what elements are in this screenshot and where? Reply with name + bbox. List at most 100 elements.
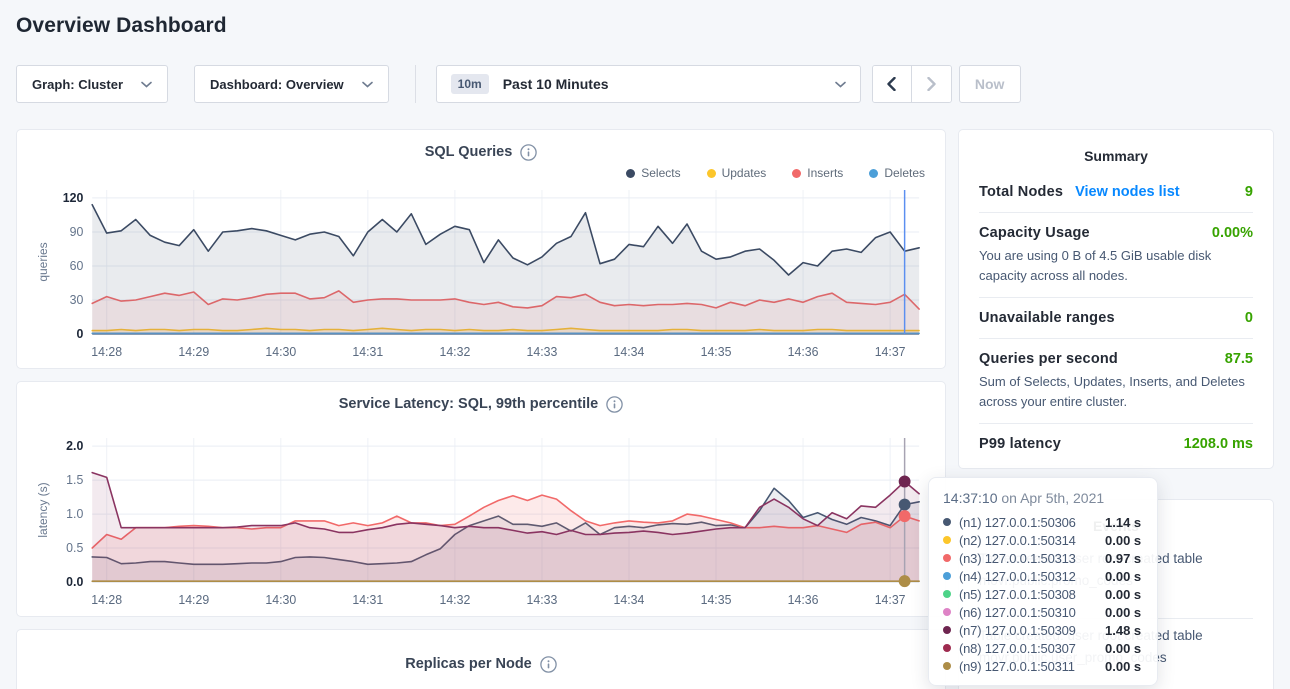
info-icon[interactable] bbox=[606, 396, 623, 413]
svg-text:14:34: 14:34 bbox=[614, 593, 645, 607]
svg-text:14:30: 14:30 bbox=[265, 345, 296, 359]
summary-row: Total Nodes View nodes list 9 bbox=[979, 172, 1253, 213]
info-icon[interactable] bbox=[520, 144, 537, 161]
legend-item-updates: Updates bbox=[707, 166, 767, 180]
summary-row: Capacity Usage0.00%You are using 0 B of … bbox=[979, 213, 1253, 298]
tooltip-node-row: (n7) 127.0.0.1:503091.48 s bbox=[943, 621, 1143, 639]
tooltip-node-value: 0.00 s bbox=[1105, 641, 1141, 656]
svg-text:14:31: 14:31 bbox=[352, 593, 383, 607]
legend-label: Deletes bbox=[884, 166, 925, 180]
service-latency-card: Service Latency: SQL, 99th percentile 0.… bbox=[16, 381, 946, 617]
series-color-dot bbox=[943, 590, 951, 598]
summary-metric-value: 0.00% bbox=[1212, 225, 1253, 241]
tooltip-node-value: 1.48 s bbox=[1105, 623, 1141, 638]
sql-queries-chart[interactable]: 030609012014:2814:2914:3014:3114:3214:33… bbox=[33, 182, 929, 362]
summary-row-line: Capacity Usage0.00% bbox=[979, 225, 1253, 241]
time-next-button[interactable] bbox=[912, 66, 951, 102]
tooltip-node-label: (n7) 127.0.0.1:50309 bbox=[959, 623, 1105, 638]
time-range-label: Past 10 Minutes bbox=[503, 76, 609, 92]
tooltip-node-value: 0.00 s bbox=[1105, 587, 1141, 602]
sql-queries-card: SQL Queries Selects Updates Inserts Deletes… bbox=[16, 129, 946, 369]
tooltip-node-label: (n2) 127.0.0.1:50314 bbox=[959, 533, 1105, 548]
time-range-badge: 10m bbox=[451, 74, 489, 94]
chart-title: Replicas per Node bbox=[405, 656, 532, 672]
summary-panel: Summary Total Nodes View nodes list 9 Capac… bbox=[958, 129, 1274, 469]
tooltip-node-label: (n8) 127.0.0.1:50307 bbox=[959, 641, 1105, 656]
chart-title: Service Latency: SQL, 99th percentile bbox=[339, 396, 599, 412]
tooltip-node-value: 0.00 s bbox=[1105, 569, 1141, 584]
dashboard-dropdown[interactable]: Dashboard: Overview bbox=[194, 65, 389, 103]
view-nodes-list-link[interactable]: View nodes list bbox=[1075, 184, 1180, 200]
tooltip-node-row: (n9) 127.0.0.1:503110.00 s bbox=[943, 657, 1143, 675]
svg-text:30: 30 bbox=[70, 293, 84, 307]
legend-label: Selects bbox=[641, 166, 680, 180]
tooltip-node-label: (n4) 127.0.0.1:50312 bbox=[959, 569, 1105, 584]
service-latency-header: Service Latency: SQL, 99th percentile bbox=[33, 392, 929, 416]
svg-text:14:37: 14:37 bbox=[875, 593, 906, 607]
summary-metric-value: 9 bbox=[1245, 184, 1253, 200]
svg-text:14:35: 14:35 bbox=[701, 345, 732, 359]
svg-text:0.5: 0.5 bbox=[66, 541, 83, 555]
graph-dropdown-label: Graph: Cluster bbox=[32, 77, 123, 92]
time-prev-button[interactable] bbox=[873, 66, 912, 102]
svg-text:14:34: 14:34 bbox=[614, 345, 645, 359]
svg-text:90: 90 bbox=[70, 225, 84, 239]
tooltip-node-label: (n5) 127.0.0.1:50308 bbox=[959, 587, 1105, 602]
series-color-dot bbox=[943, 518, 951, 526]
svg-text:14:36: 14:36 bbox=[788, 593, 819, 607]
tooltip-node-row: (n8) 127.0.0.1:503070.00 s bbox=[943, 639, 1143, 657]
series-color-dot bbox=[943, 554, 951, 562]
summary-row-line: Queries per second87.5 bbox=[979, 351, 1253, 367]
summary-row-line: Unavailable ranges0 bbox=[979, 310, 1253, 326]
legend-item-deletes: Deletes bbox=[869, 166, 925, 180]
svg-text:14:32: 14:32 bbox=[439, 345, 470, 359]
svg-text:14:36: 14:36 bbox=[788, 345, 819, 359]
series-color-dot bbox=[943, 572, 951, 580]
svg-text:60: 60 bbox=[70, 259, 84, 273]
legend-label: Inserts bbox=[807, 166, 843, 180]
info-icon[interactable] bbox=[540, 656, 557, 673]
legend-dot bbox=[792, 169, 801, 178]
series-color-dot bbox=[943, 536, 951, 544]
summary-metric-description: Sum of Selects, Updates, Inserts, and De… bbox=[979, 372, 1253, 411]
summary-row: P99 latency1208.0 ms bbox=[979, 424, 1253, 464]
chevron-down-icon bbox=[141, 81, 152, 88]
svg-text:14:32: 14:32 bbox=[439, 593, 470, 607]
service-latency-chart[interactable]: 0.00.51.01.52.014:2814:2914:3014:3114:32… bbox=[33, 430, 929, 610]
sql-queries-legend: Selects Updates Inserts Deletes bbox=[33, 164, 929, 182]
series-color-dot bbox=[943, 644, 951, 652]
time-range-picker[interactable]: 10m Past 10 Minutes bbox=[436, 65, 861, 103]
chart-title: SQL Queries bbox=[425, 144, 513, 160]
summary-metric-label: Total Nodes bbox=[979, 184, 1063, 200]
summary-title: Summary bbox=[979, 148, 1253, 164]
replicas-per-node-card: Replicas per Node bbox=[16, 629, 946, 689]
tooltip-node-label: (n9) 127.0.0.1:50311 bbox=[959, 659, 1105, 674]
legend-item-inserts: Inserts bbox=[792, 166, 843, 180]
svg-text:14:28: 14:28 bbox=[91, 345, 122, 359]
series-color-dot bbox=[943, 608, 951, 616]
tooltip-node-row: (n3) 127.0.0.1:503130.97 s bbox=[943, 549, 1143, 567]
svg-text:14:35: 14:35 bbox=[701, 593, 732, 607]
tooltip-node-row: (n6) 127.0.0.1:503100.00 s bbox=[943, 603, 1143, 621]
svg-text:2.0: 2.0 bbox=[66, 439, 83, 453]
svg-text:14:30: 14:30 bbox=[265, 593, 296, 607]
tooltip-node-row: (n5) 127.0.0.1:503080.00 s bbox=[943, 585, 1143, 603]
legend-label: Updates bbox=[722, 166, 767, 180]
svg-text:1.0: 1.0 bbox=[66, 507, 83, 521]
series-color-dot bbox=[943, 662, 951, 670]
summary-row: Unavailable ranges0 bbox=[979, 298, 1253, 339]
graph-dropdown[interactable]: Graph: Cluster bbox=[16, 65, 168, 103]
svg-text:14:33: 14:33 bbox=[527, 593, 558, 607]
summary-metric-label: Queries per second bbox=[979, 351, 1118, 367]
legend-item-selects: Selects bbox=[626, 166, 680, 180]
summary-metric-label: P99 latency bbox=[979, 436, 1061, 452]
sql-queries-header: SQL Queries bbox=[33, 140, 929, 164]
summary-metric-value: 0 bbox=[1245, 310, 1253, 326]
dashboard-dropdown-label: Dashboard: Overview bbox=[210, 77, 344, 92]
svg-text:14:29: 14:29 bbox=[178, 593, 209, 607]
svg-text:latency (s): latency (s) bbox=[36, 482, 50, 537]
svg-text:0.0: 0.0 bbox=[66, 575, 83, 589]
tooltip-node-value: 0.97 s bbox=[1105, 551, 1141, 566]
chart-tooltip: 14:37:10 on Apr 5th, 2021 (n1) 127.0.0.1… bbox=[928, 477, 1158, 686]
now-button[interactable]: Now bbox=[959, 65, 1021, 103]
